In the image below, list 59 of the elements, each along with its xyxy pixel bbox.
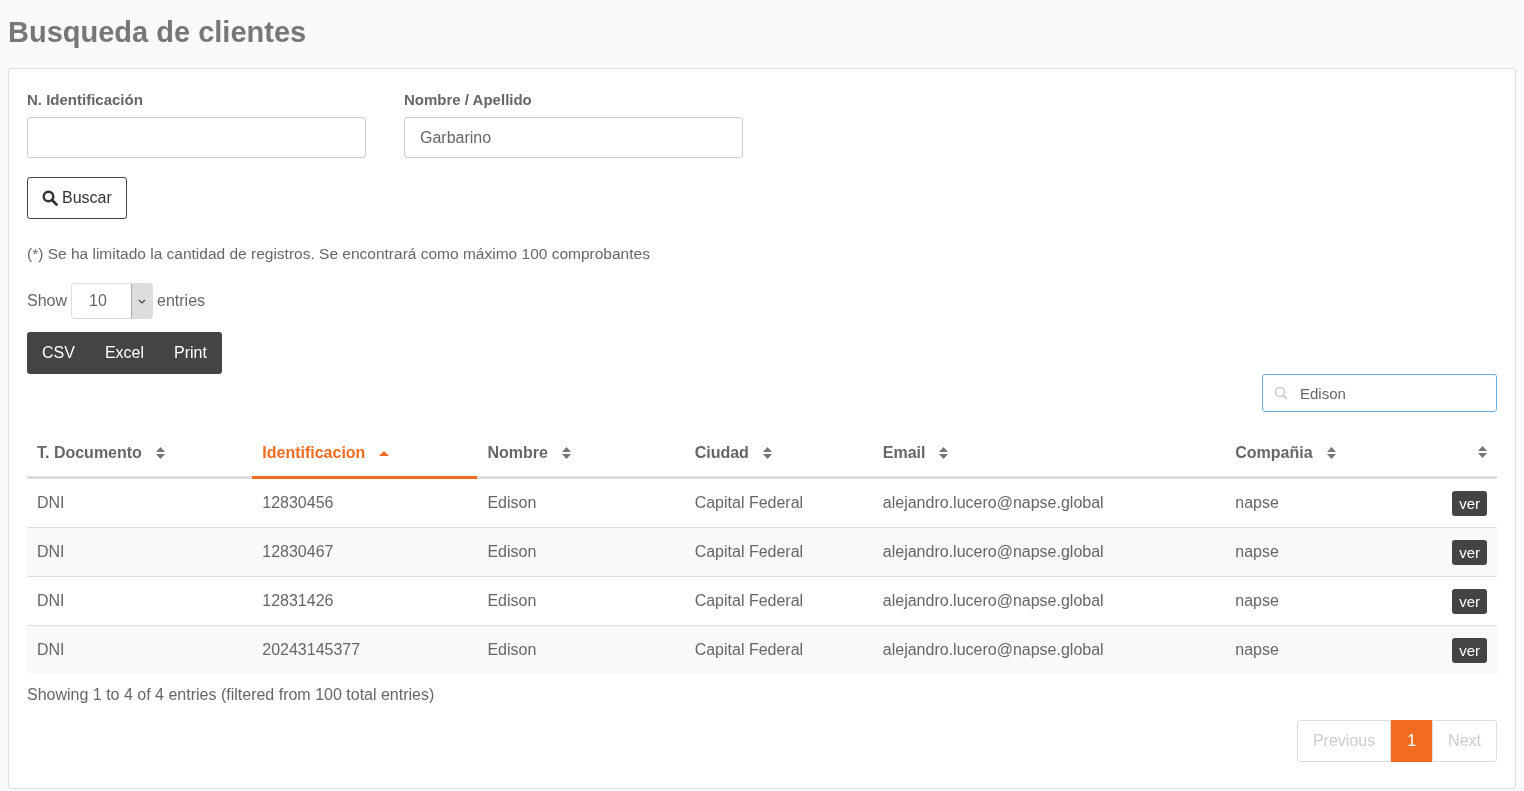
column-header[interactable]: Ciudad (684, 430, 873, 478)
show-label: Show (27, 292, 68, 310)
table-cell: DNI (27, 576, 253, 626)
table-cell: DNI (27, 527, 253, 577)
view-button[interactable]: ver (1452, 490, 1487, 516)
sort-icon (762, 447, 772, 459)
sort-icon (939, 447, 949, 459)
table-cell: napse (1225, 625, 1443, 674)
notice-text: (*) Se ha limitado la cantidad de registros. Se encontrará como máximo 100 comprobantes (27, 245, 651, 263)
table-cell: napse (1225, 527, 1443, 577)
table-cell: DNI (27, 477, 253, 528)
page-button[interactable]: 1 (1391, 720, 1433, 762)
field-label: N. Identificación (27, 91, 144, 108)
sort-icon (1326, 447, 1336, 459)
table-cell: Capital Federal (684, 477, 873, 528)
column-header[interactable]: Nombre (477, 430, 685, 478)
table-cell: 12830467 (252, 527, 478, 577)
page-title: Busqueda de clientes (8, 15, 308, 50)
page-size-select[interactable]: 10 (71, 283, 154, 319)
table-cell: Capital Federal (684, 576, 873, 626)
table-cell: alejandro.lucero@napse.global (872, 477, 1226, 528)
table-cell: Capital Federal (684, 625, 873, 674)
sort-icon (155, 447, 165, 459)
table-info: Showing 1 to 4 of 4 entries (filtered from 100 total entries) (27, 686, 436, 704)
table-cell: alejandro.lucero@napse.global (872, 625, 1226, 674)
search-icon (42, 190, 58, 206)
chevron-down-icon (138, 298, 147, 304)
field-label: Nombre / Apellido (404, 91, 533, 108)
sort-icon (561, 447, 571, 459)
table-cell: DNI (27, 625, 253, 674)
view-button[interactable]: ver (1452, 637, 1487, 663)
sort-ascending-icon (379, 450, 390, 456)
sort-icon (1478, 446, 1487, 458)
search-button[interactable]: Buscar (27, 177, 127, 219)
table-cell: napse (1225, 576, 1443, 626)
export-button[interactable]: Print (159, 332, 222, 374)
view-button[interactable]: ver (1452, 588, 1487, 614)
table-cell: Edison (477, 625, 685, 674)
entries-label: entries (157, 292, 206, 310)
table-cell: Edison (477, 477, 685, 528)
input-field[interactable] (27, 117, 366, 158)
input-field[interactable]: Garbarino (404, 117, 743, 158)
export-button[interactable]: CSV (27, 332, 90, 374)
export-button[interactable]: Excel (89, 332, 160, 374)
table-cell: Edison (477, 527, 685, 577)
column-header[interactable]: Identificacion (252, 430, 478, 478)
view-button[interactable]: ver (1452, 539, 1487, 565)
table-cell: 20243145377 (252, 625, 478, 674)
column-header[interactable]: Compañia (1225, 430, 1443, 478)
table-cell: alejandro.lucero@napse.global (872, 527, 1226, 577)
table-cell: 12831426 (252, 576, 478, 626)
table-cell: alejandro.lucero@napse.global (872, 576, 1226, 626)
column-header[interactable]: T. Documento (27, 430, 253, 478)
table-cell: Edison (477, 576, 685, 626)
column-header[interactable]: Email (872, 430, 1226, 478)
table-cell: 12830456 (252, 477, 478, 528)
table-cell: Capital Federal (684, 527, 873, 577)
filter-field[interactable]: Edison (1262, 374, 1497, 412)
table-cell: napse (1225, 477, 1443, 528)
